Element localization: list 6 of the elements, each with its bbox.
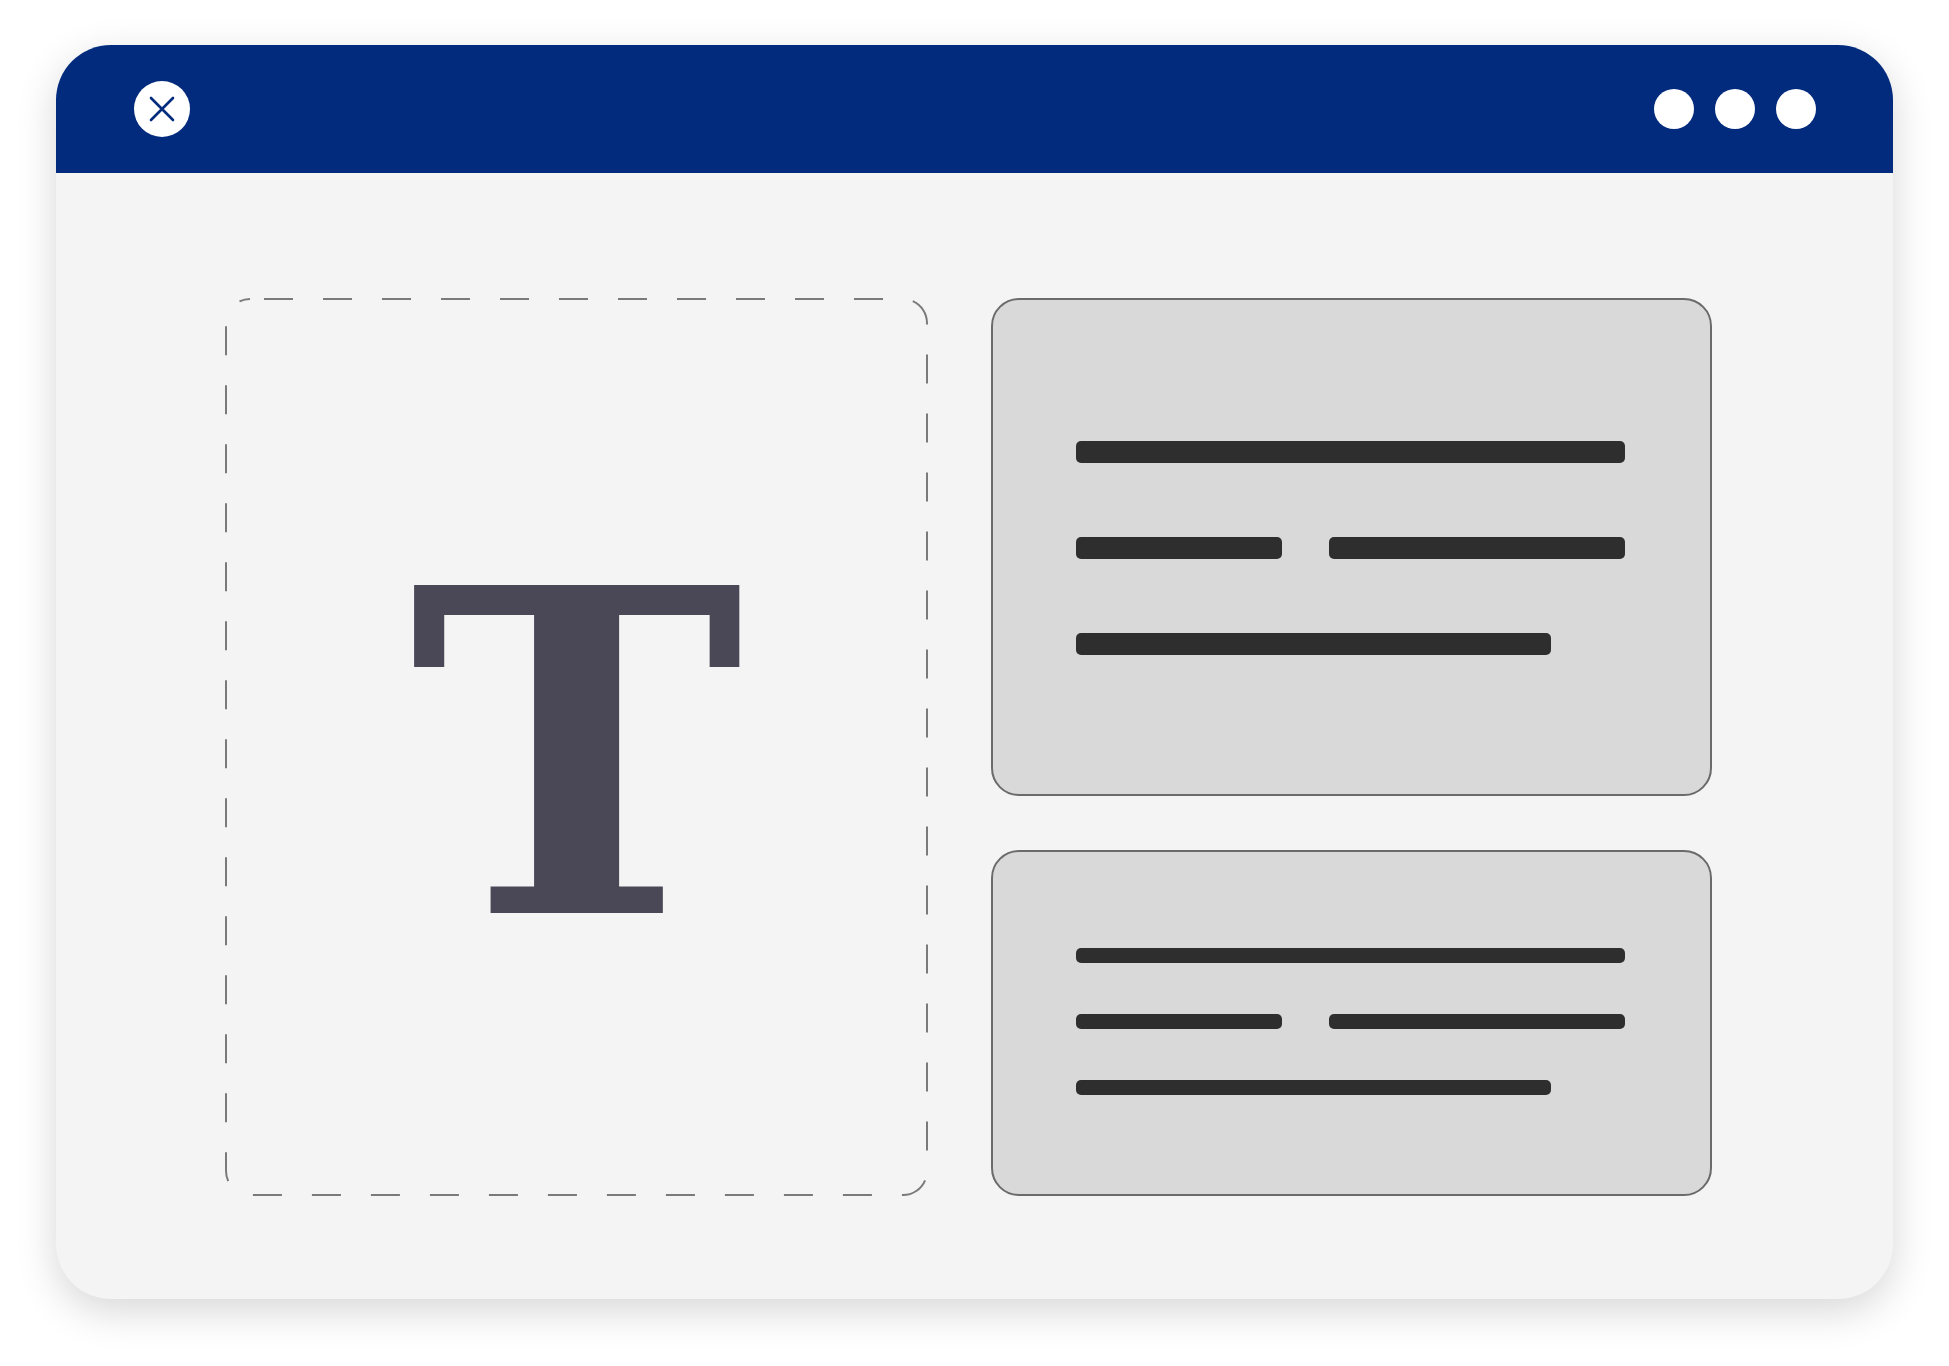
- dot-icon[interactable]: [1654, 89, 1694, 129]
- close-icon: [149, 96, 175, 122]
- close-button[interactable]: [134, 81, 190, 137]
- dot-icon[interactable]: [1715, 89, 1755, 129]
- dot-icon[interactable]: [1776, 89, 1816, 129]
- text-glyph: T: [409, 514, 744, 980]
